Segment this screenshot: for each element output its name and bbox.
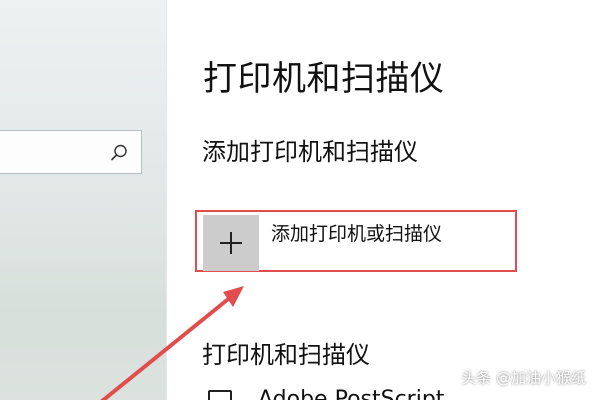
watermark: 头条 @加油小猴纸 <box>461 369 586 387</box>
add-printer-label[interactable]: 添加打印机或扫描仪 <box>271 225 442 244</box>
plus-icon <box>220 232 242 254</box>
printers-list-heading: 打印机和扫描仪 <box>202 341 370 369</box>
main-content: 打印机和扫描仪 添加打印机和扫描仪 添加打印机或扫描仪 打印机和扫描仪 Adob… <box>167 0 600 400</box>
printer-icon <box>208 390 232 400</box>
add-printer-button[interactable] <box>203 215 259 271</box>
search-icon[interactable] <box>109 143 129 163</box>
add-section-heading: 添加打印机和扫描仪 <box>202 138 418 166</box>
search-input[interactable] <box>0 130 142 174</box>
settings-sidebar <box>0 0 167 400</box>
printer-name: Adobe PostScript <box>258 387 445 400</box>
page-title: 打印机和扫描仪 <box>203 59 445 99</box>
